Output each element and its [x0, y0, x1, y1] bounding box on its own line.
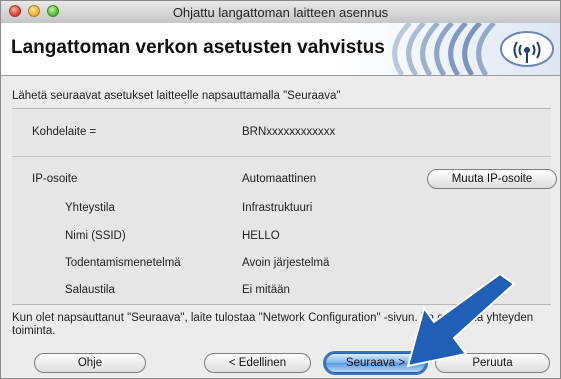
ip-address-value: Automaattinen — [242, 173, 317, 185]
header-banner: Langattoman verkon asetusten vahvistus — [1, 23, 560, 76]
encryption-label: Salaustila — [65, 284, 115, 296]
help-button[interactable]: Ohje — [34, 353, 146, 373]
change-ip-button[interactable]: Muuta IP-osoite — [427, 169, 557, 189]
instruction-text: Lähetä seuraavat asetukset laitteelle na… — [12, 90, 341, 102]
page-title: Langattoman verkon asetusten vahvistus — [11, 37, 385, 58]
target-device-value: BRNxxxxxxxxxxxx — [242, 126, 336, 138]
auth-method-value: Avoin järjestelmä — [242, 257, 330, 269]
ssid-label: Nimi (SSID) — [65, 230, 126, 242]
target-device-label: Kohdelaite = — [32, 126, 97, 138]
ssid-value: HELLO — [242, 230, 280, 242]
ip-address-label: IP-osoite — [32, 173, 78, 185]
auth-method-label: Todentamismenetelmä — [65, 257, 181, 269]
separator — [12, 156, 551, 157]
connection-mode-value: Infrastruktuuri — [242, 202, 313, 214]
wizard-window: Ohjattu langattoman laitteen asennus Lan… — [0, 0, 561, 379]
pointer-arrow-icon — [406, 274, 516, 368]
encryption-value: Ei mitään — [242, 284, 290, 296]
connection-mode-label: Yhteystila — [65, 202, 115, 214]
title-bar: Ohjattu langattoman laitteen asennus — [1, 1, 560, 24]
wireless-wifi-icon — [392, 23, 554, 75]
window-title: Ohjattu langattoman laitteen asennus — [172, 5, 389, 20]
back-button[interactable]: < Edellinen — [204, 353, 311, 373]
